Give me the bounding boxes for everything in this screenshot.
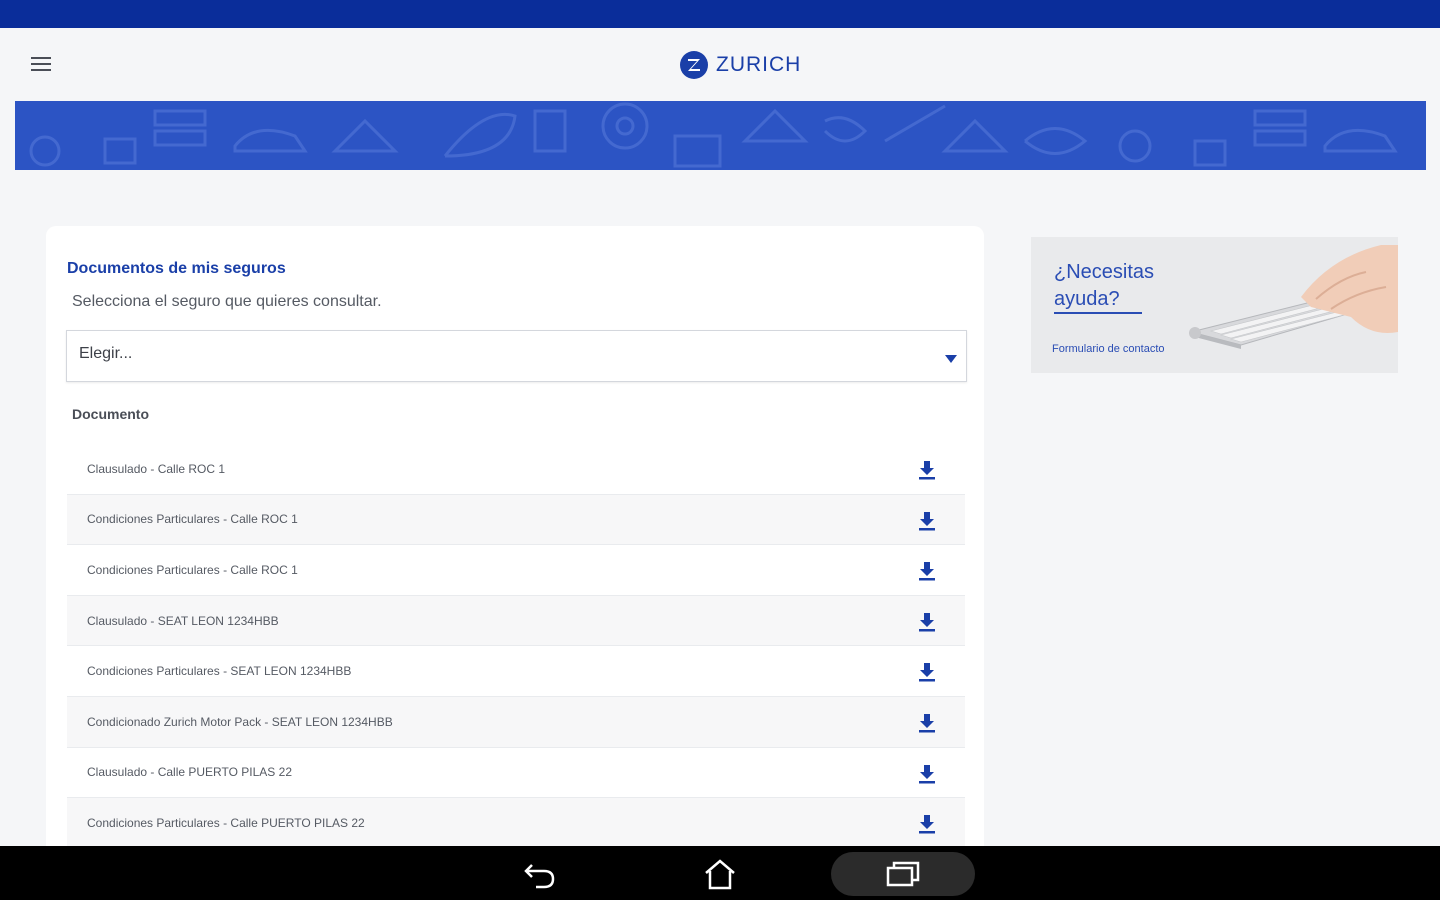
download-icon[interactable]	[917, 459, 937, 481]
nav-recents-button[interactable]	[831, 852, 975, 896]
document-label: Condicionado Zurich Motor Pack - SEAT LE…	[87, 714, 393, 729]
header-banner	[15, 101, 1426, 170]
back-icon	[524, 864, 555, 889]
document-row[interactable]: Condiciones Particulares - Calle ROC 1	[67, 545, 965, 596]
download-icon[interactable]	[917, 510, 937, 532]
insurance-select-value: Elegir...	[79, 345, 133, 362]
document-label: Clausulado - Calle PUERTO PILAS 22	[87, 765, 292, 780]
document-label: Condiciones Particulares - Calle PUERTO …	[87, 815, 365, 830]
download-icon[interactable]	[917, 712, 937, 734]
zurich-logo-icon	[680, 51, 708, 79]
document-label: Condiciones Particulares - Calle ROC 1	[87, 512, 298, 527]
document-row[interactable]: Clausulado - Calle ROC 1	[67, 444, 965, 495]
hamburger-menu-icon	[31, 57, 51, 71]
document-row[interactable]: Condiciones Particulares - Calle PUERTO …	[67, 798, 965, 849]
document-row[interactable]: Condicionado Zurich Motor Pack - SEAT LE…	[67, 696, 965, 748]
home-icon	[705, 859, 735, 890]
android-nav-bar	[0, 846, 1440, 900]
document-label: Clausulado - Calle ROC 1	[87, 461, 226, 476]
document-row[interactable]: Condiciones Particulares - Calle ROC 1	[67, 494, 965, 546]
download-icon[interactable]	[917, 763, 937, 785]
app-header: ZURICH	[0, 28, 1440, 100]
download-icon[interactable]	[917, 560, 937, 582]
caret-down-icon	[944, 351, 958, 369]
help-title-underline	[1054, 312, 1142, 314]
logo-text: ZURICH	[716, 53, 802, 76]
documents-list: Clausulado - Calle ROC 1 Condiciones Par…	[67, 444, 965, 849]
help-title: ¿Necesitas ayuda?	[1054, 261, 1155, 310]
nav-home-button[interactable]	[690, 852, 750, 896]
download-icon[interactable]	[917, 611, 937, 633]
keyboard-hand-illustration	[1189, 245, 1398, 349]
download-icon[interactable]	[917, 661, 937, 683]
document-row[interactable]: Clausulado - SEAT LEON 1234HBB	[67, 595, 965, 647]
status-bar	[0, 0, 1440, 28]
page-subtitle: Selecciona el seguro que quieres consult…	[72, 293, 382, 310]
documents-card: Documentos de mis seguros Selecciona el …	[46, 226, 984, 849]
nav-back-button[interactable]	[510, 852, 570, 896]
contact-form-link[interactable]: Formulario de contacto	[1052, 343, 1165, 355]
help-card[interactable]: ¿Necesitas ayuda? Formulario de contacto	[1031, 237, 1398, 373]
document-label: Clausulado - SEAT LEON 1234HBB	[87, 613, 279, 628]
document-row[interactable]: Condiciones Particulares - SEAT LEON 123…	[67, 646, 965, 697]
documents-column-header: Documento	[72, 406, 149, 422]
document-label: Condiciones Particulares - Calle ROC 1	[87, 562, 298, 577]
page-title: Documentos de mis seguros	[67, 260, 286, 277]
recents-icon	[886, 861, 920, 887]
document-row[interactable]: Clausulado - Calle PUERTO PILAS 22	[67, 747, 965, 799]
zurich-logo: ZURICH	[680, 48, 801, 82]
document-label: Condiciones Particulares - SEAT LEON 123…	[87, 664, 352, 679]
menu-button[interactable]	[22, 46, 60, 82]
download-icon[interactable]	[917, 813, 937, 835]
insurance-select[interactable]: Elegir...	[66, 330, 967, 382]
